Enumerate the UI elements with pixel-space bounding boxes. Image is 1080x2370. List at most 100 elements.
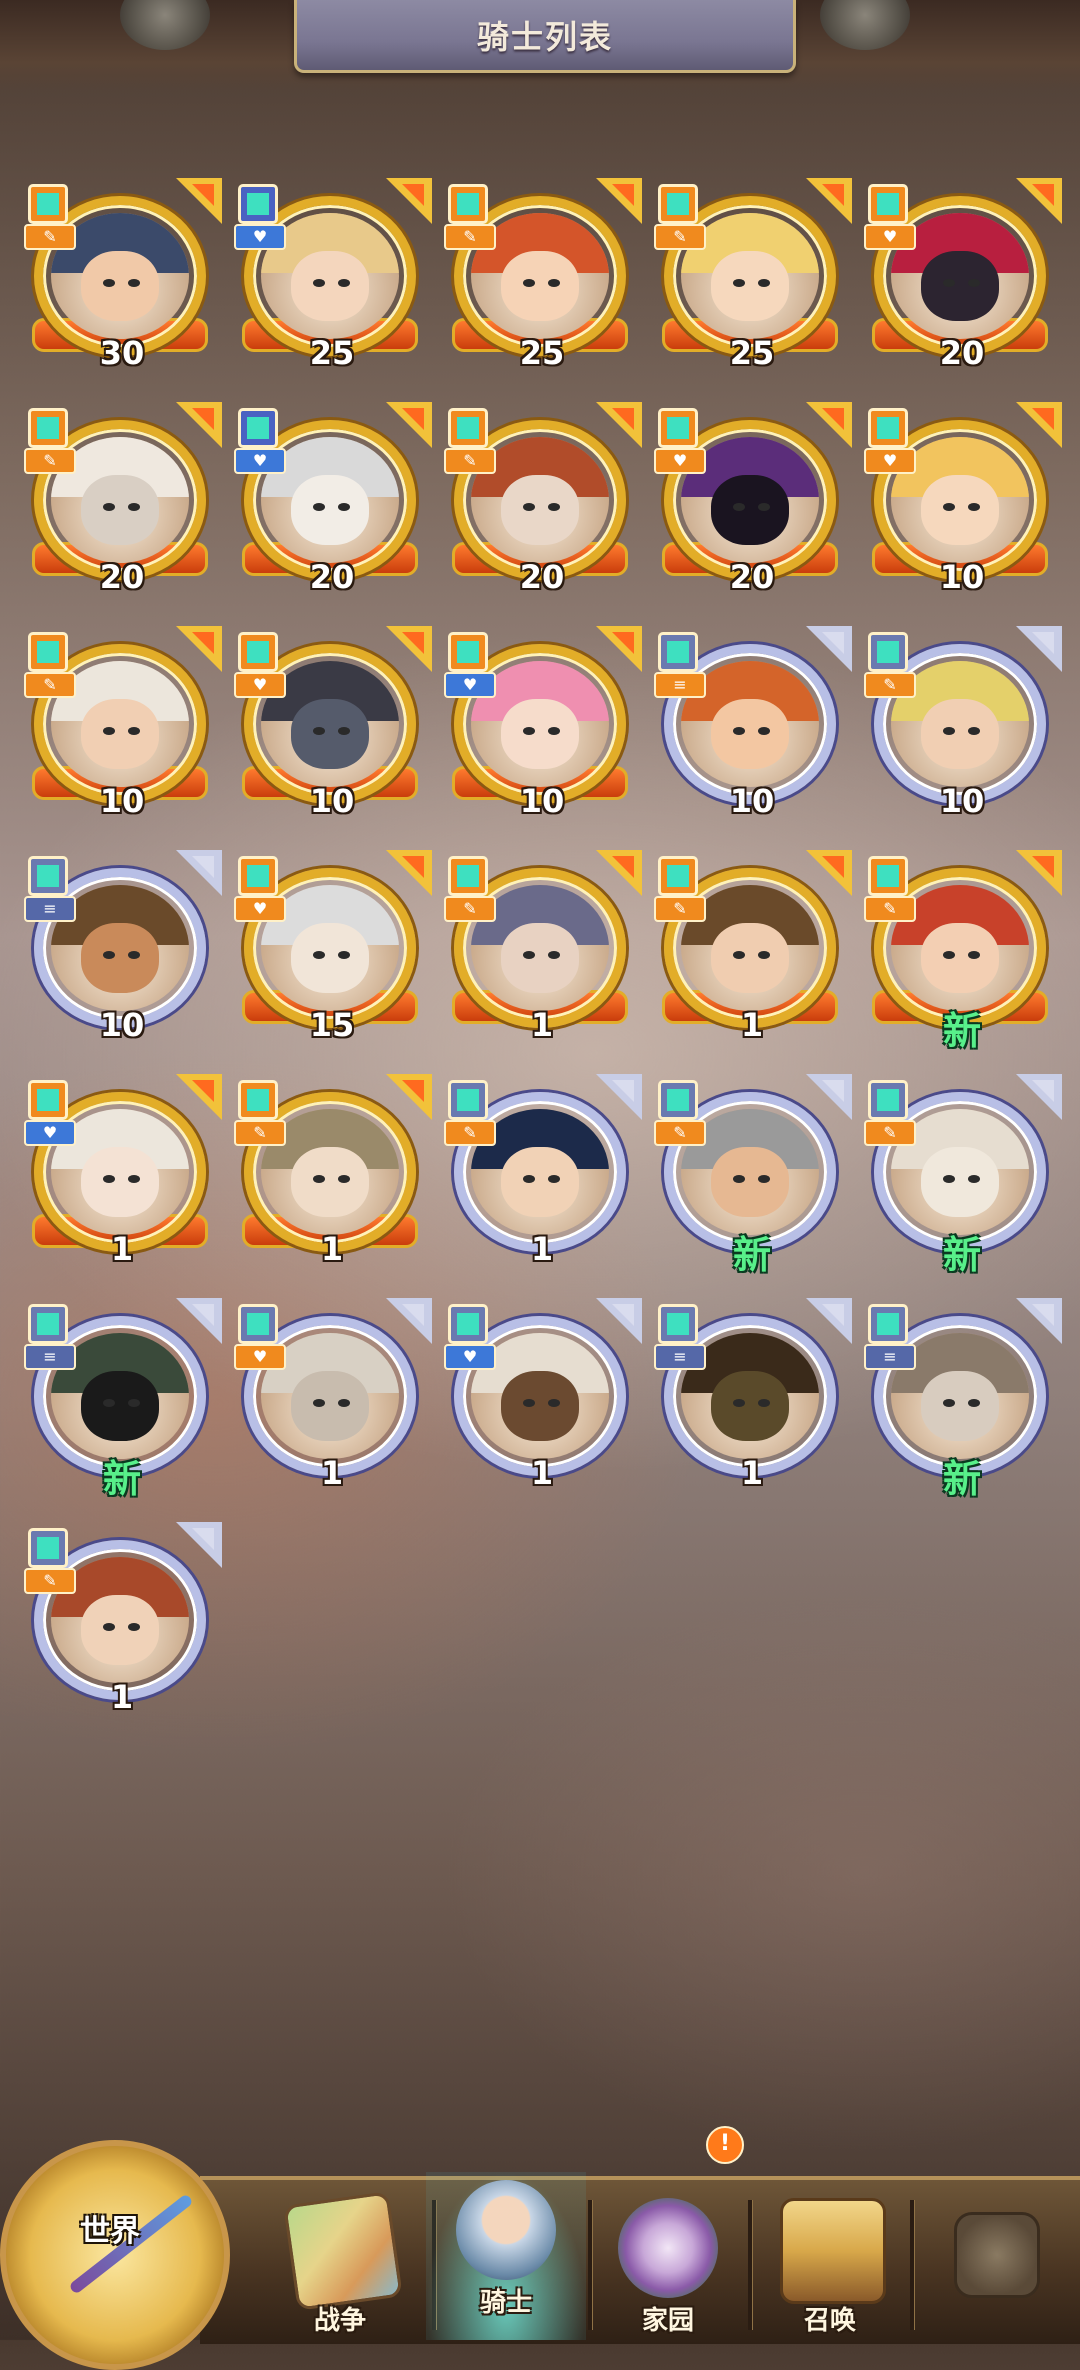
knight-card[interactable]: ✎ 10 — [862, 626, 1062, 826]
rarity-corner-icon — [806, 402, 852, 448]
class-shape — [247, 193, 269, 215]
knight-eye — [758, 1398, 771, 1407]
role-tag-icon: ♥ — [234, 224, 286, 250]
nav-locked-slot — [924, 2190, 1064, 2340]
knight-level: 15 — [309, 1006, 355, 1044]
knight-skin — [81, 1370, 159, 1442]
class-badge-icon — [448, 408, 488, 448]
knight-card[interactable]: ✎ 20 — [442, 402, 642, 602]
knight-card[interactable]: ✎ 1 — [652, 850, 852, 1050]
knight-card[interactable]: ✎ 25 — [652, 178, 852, 378]
knight-card[interactable]: ✎ 1 — [442, 850, 642, 1050]
knight-eye — [968, 950, 981, 959]
knight-card[interactable]: ♥ 1 — [22, 1074, 222, 1274]
nav-summon-button[interactable]: 召唤 — [760, 2190, 900, 2340]
role-tag-icon: ♥ — [654, 448, 706, 474]
class-shape — [457, 641, 479, 663]
knight-skin — [711, 922, 789, 994]
knight-card[interactable]: ≡ 新 — [862, 1298, 1062, 1501]
nav-war-label: 战争 — [313, 2306, 366, 2336]
knight-skin — [81, 698, 159, 770]
knight-card[interactable]: ♥ 20 — [862, 178, 1062, 378]
knight-level: 10 — [939, 782, 985, 820]
rarity-corner-icon — [1016, 1074, 1062, 1120]
knight-eye — [943, 726, 956, 735]
rarity-corner-icon — [596, 178, 642, 224]
role-tag-icon: ♥ — [444, 672, 496, 698]
rarity-corner-icon — [176, 178, 222, 224]
knight-card[interactable]: ♥ 1 — [442, 1298, 642, 1498]
rarity-corner-icon — [386, 626, 432, 672]
class-shape — [457, 1089, 479, 1111]
knight-level: 新 — [732, 1233, 771, 1277]
knight-skin — [291, 1146, 369, 1218]
rarity-corner-icon — [386, 178, 432, 224]
knight-eye — [548, 950, 561, 959]
knight-card[interactable]: ≡ 10 — [652, 626, 852, 826]
knight-card[interactable]: ♥ 10 — [232, 626, 432, 826]
home-alert-badge: ! — [706, 2126, 744, 2164]
knight-card[interactable]: ♥ 15 — [232, 850, 432, 1050]
role-tag-icon: ✎ — [444, 448, 496, 474]
nav-knights-button[interactable]: 骑士 — [426, 2172, 586, 2340]
knight-card[interactable]: ✎ 10 — [22, 626, 222, 826]
class-shape — [667, 865, 689, 887]
nav-summon-label: 召唤 — [803, 2306, 856, 2336]
knight-skin — [921, 922, 999, 994]
knight-card[interactable]: ♥ 10 — [442, 626, 642, 826]
role-tag-icon: ✎ — [444, 224, 496, 250]
knight-eye — [548, 502, 561, 511]
nav-knights-label: 骑士 — [479, 2288, 532, 2318]
knight-eye — [758, 1174, 771, 1183]
knight-eye — [313, 502, 326, 511]
rarity-corner-icon — [1016, 850, 1062, 896]
knight-skin — [711, 1146, 789, 1218]
knight-card[interactable]: ♥ 20 — [652, 402, 852, 602]
knight-eye — [968, 278, 981, 287]
knight-card[interactable]: ✎ 30 — [22, 178, 222, 378]
knight-card[interactable]: ✎ 新 — [652, 1074, 852, 1277]
knight-eye — [523, 502, 536, 511]
class-badge-icon — [658, 1304, 698, 1344]
class-shape — [37, 1089, 59, 1111]
knight-card[interactable]: ♥ 1 — [232, 1298, 432, 1498]
knight-card[interactable]: ♥ 25 — [232, 178, 432, 378]
knight-eye — [338, 1174, 351, 1183]
knight-eye — [523, 950, 536, 959]
knight-card[interactable]: ✎ 新 — [862, 850, 1062, 1053]
role-tag-icon: ≡ — [864, 1344, 916, 1370]
rarity-corner-icon — [596, 850, 642, 896]
knight-eye — [733, 1174, 746, 1183]
knight-card[interactable]: ♥ 20 — [232, 402, 432, 602]
class-shape — [457, 1313, 479, 1335]
role-tag-icon: ≡ — [654, 672, 706, 698]
role-tag-icon: ♥ — [234, 448, 286, 474]
knight-card[interactable]: ≡ 10 — [22, 850, 222, 1050]
knight-eye — [103, 1174, 116, 1183]
knight-card[interactable]: ✎ 1 — [442, 1074, 642, 1274]
knight-card[interactable]: ≡ 1 — [652, 1298, 852, 1498]
knight-level: 20 — [519, 558, 565, 596]
knight-grid: ✎ 30 ♥ 25 ✎ 25 ✎ 25 ♥ 20 ✎ 20 ♥ 20 ✎ 20 ♥ 20 ♥ 10 ✎ 10 ♥ 10 ♥ 10 ≡… — [0, 0, 1080, 1720]
nav-home-button[interactable]: 家园 — [598, 2190, 738, 2340]
knight-card[interactable]: ✎ 1 — [22, 1522, 222, 1722]
rarity-corner-icon — [176, 1298, 222, 1344]
knight-card[interactable]: ✎ 25 — [442, 178, 642, 378]
rarity-corner-icon — [596, 1298, 642, 1344]
world-compass-button[interactable] — [0, 2140, 230, 2370]
knight-card[interactable]: ♥ 10 — [862, 402, 1062, 602]
knight-card[interactable]: ✎ 1 — [232, 1074, 432, 1274]
knight-card[interactable]: ✎ 新 — [862, 1074, 1062, 1277]
knight-card[interactable]: ≡ 新 — [22, 1298, 222, 1501]
knight-skin — [711, 474, 789, 546]
knight-eye — [313, 278, 326, 287]
knight-level: 25 — [309, 334, 355, 372]
nav-war-button[interactable]: 战争 — [270, 2190, 410, 2340]
class-badge-icon — [238, 1304, 278, 1344]
class-badge-icon — [658, 184, 698, 224]
knight-eye — [103, 726, 116, 735]
map-icon — [283, 2191, 403, 2311]
rarity-corner-icon — [386, 1074, 432, 1120]
role-tag-icon: ✎ — [24, 448, 76, 474]
knight-card[interactable]: ✎ 20 — [22, 402, 222, 602]
